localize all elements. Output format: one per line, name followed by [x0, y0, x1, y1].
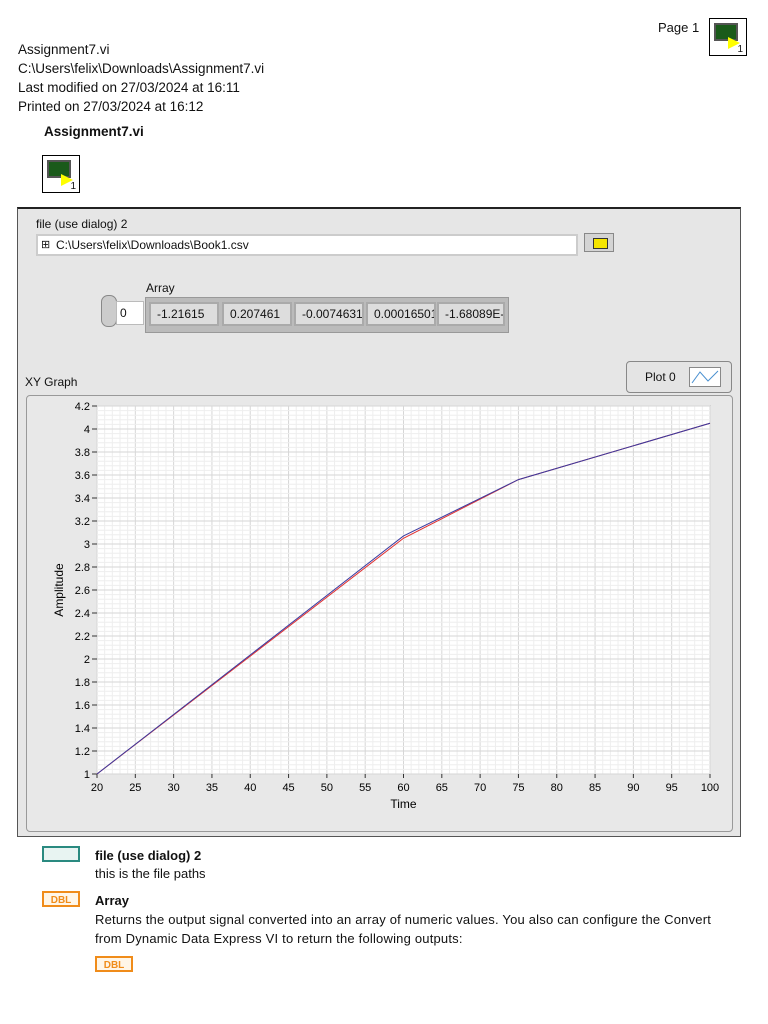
y-tick-label: 2.6	[75, 585, 90, 597]
array-element[interactable]: -1.68089E-(	[437, 302, 505, 326]
y-tick-label: 1.8	[75, 677, 90, 689]
path-icon: ⊞	[41, 239, 51, 251]
x-tick-label: 45	[282, 782, 294, 794]
x-tick-label: 60	[397, 782, 409, 794]
folder-icon	[593, 238, 608, 249]
x-tick-label: 40	[244, 782, 256, 794]
y-tick-label: 3	[84, 539, 90, 551]
array-index-input[interactable]: 0	[116, 301, 144, 325]
array-element[interactable]: 0.207461	[222, 302, 292, 326]
x-tick-label: 100	[701, 782, 719, 794]
vi-name: Assignment7.vi	[18, 42, 110, 57]
y-tick-label: 1.6	[75, 700, 90, 712]
index-spinner[interactable]	[101, 295, 117, 327]
browse-button[interactable]	[584, 233, 614, 252]
legend-label: Plot 0	[645, 370, 676, 384]
y-tick-label: 1.2	[75, 746, 90, 758]
x-tick-label: 90	[627, 782, 639, 794]
dbl-terminal-icon: DBL	[42, 891, 80, 907]
y-tick-label: 1	[84, 769, 90, 781]
dbl-terminal-icon: DBL	[95, 956, 133, 972]
y-tick-label: 2.4	[75, 608, 90, 620]
x-axis-label: Time	[390, 797, 417, 811]
vi-path: C:\Users\felix\Downloads\Assignment7.vi	[18, 61, 265, 76]
x-tick-label: 80	[551, 782, 563, 794]
x-tick-label: 25	[129, 782, 141, 794]
vi-title: Assignment7.vi	[44, 124, 144, 139]
vi-icon: 1	[709, 18, 747, 56]
x-tick-label: 75	[512, 782, 524, 794]
array-element[interactable]: 0.00016501'	[366, 302, 436, 326]
x-tick-label: 20	[91, 782, 103, 794]
plot-legend[interactable]: Plot 0	[626, 361, 732, 393]
file-path-input[interactable]: ⊞ C:\Users\felix\Downloads\Book1.csv	[36, 234, 578, 256]
y-axis-label: Amplitude	[52, 563, 66, 617]
front-panel: file (use dialog) 2 ⊞ C:\Users\felix\Down…	[17, 207, 741, 837]
x-tick-label: 85	[589, 782, 601, 794]
x-tick-label: 65	[436, 782, 448, 794]
graph-label: XY Graph	[25, 375, 78, 389]
xy-graph: 20 25 30 35 40 45 50 55 60 65 70 75 80 85 90 95 100 1 1.2 1…	[26, 395, 733, 832]
array-label: Array	[146, 281, 175, 295]
y-tick-label: 4.2	[75, 401, 90, 413]
y-tick-label: 1.4	[75, 723, 90, 735]
vi-icon-large: 1	[42, 155, 80, 193]
last-modified: Last modified on 27/03/2024 at 16:11	[18, 80, 240, 95]
y-tick-label: 3.6	[75, 470, 90, 482]
desc-title: file (use dialog) 2	[95, 848, 202, 863]
desc-text: Returns the output signal converted into…	[95, 912, 712, 946]
file-path-value: C:\Users\felix\Downloads\Book1.csv	[56, 238, 249, 252]
y-tick-label: 3.8	[75, 447, 90, 459]
y-tick-label: 3.2	[75, 516, 90, 528]
file-label: file (use dialog) 2	[36, 217, 128, 231]
desc-text: this is the file paths	[95, 866, 206, 881]
plot-line-icon	[689, 367, 721, 387]
path-terminal-icon	[42, 846, 80, 862]
y-tick-label: 3.4	[75, 493, 90, 505]
page-number: Page 1	[658, 20, 700, 35]
x-tick-label: 55	[359, 782, 371, 794]
x-tick-label: 35	[206, 782, 218, 794]
x-tick-label: 30	[168, 782, 180, 794]
desc-title: Array	[95, 893, 129, 908]
y-tick-label: 2	[84, 654, 90, 666]
x-tick-label: 95	[666, 782, 678, 794]
array-element[interactable]: -0.0074631:	[294, 302, 364, 326]
print-header: Assignment7.vi C:\Users\felix\Downloads\…	[18, 40, 264, 116]
printed-on: Printed on 27/03/2024 at 16:12	[18, 99, 204, 114]
xy-graph-plot[interactable]: 20 25 30 35 40 45 50 55 60 65 70 75 80 85 90 95 100 1 1.2 1…	[27, 396, 734, 833]
y-tick-label: 2.8	[75, 562, 90, 574]
y-tick-label: 2.2	[75, 631, 90, 643]
x-tick-label: 50	[321, 782, 333, 794]
x-tick-label: 70	[474, 782, 486, 794]
y-tick-label: 4	[84, 424, 90, 436]
array-element[interactable]: -1.21615	[149, 302, 219, 326]
